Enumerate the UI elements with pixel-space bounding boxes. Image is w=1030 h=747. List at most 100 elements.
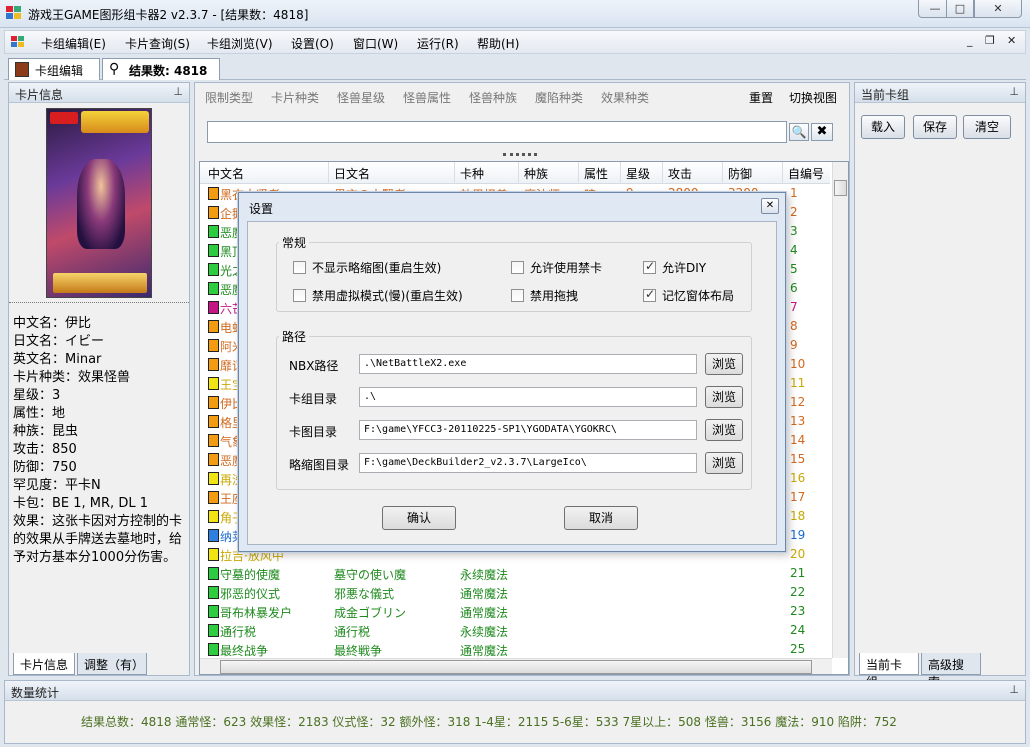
tab-search-result[interactable]: ⚲ 结果数: 4818 [102,58,220,80]
tab-deck-edit[interactable]: 卡组编辑 [8,58,100,80]
title-bar: 游戏王GAME图形组卡器2 v2.3.7 - [结果数：4818] — □ ✕ [0,0,1030,28]
scroll-thumb[interactable] [220,660,812,674]
current-deck-header: 当前卡组 ⊥ [855,83,1025,103]
save-button[interactable]: 保存 [913,115,957,139]
option-remember-layout[interactable]: 记忆窗体布局 [643,287,734,304]
tab-current-deck[interactable]: 当前卡组 [859,653,919,689]
checkbox[interactable] [293,261,306,274]
nbx-path-input[interactable]: .\NetBattleX2.exe [359,354,697,374]
menu-deck-edit[interactable]: 卡组编辑(E) [41,35,106,52]
column-jp-name[interactable]: 日文名 [334,165,370,182]
deck-dir-input[interactable]: .\ [359,387,697,407]
menu-window[interactable]: 窗口(W) [353,35,398,52]
vertical-scrollbar[interactable] [832,162,848,658]
splitter-grip[interactable] [503,153,537,156]
column-number[interactable]: 自编号 [788,165,824,182]
cell-number: 21 [790,566,806,580]
checkbox[interactable] [643,287,656,302]
pin-icon[interactable]: ⊥ [1009,85,1019,98]
image-dir-input[interactable]: F:\game\YFCC3-20110225-SP1\YGODATA\YGOKR… [359,420,697,440]
option-allow-banned[interactable]: 允许使用禁卡 [511,259,602,276]
clear-deck-button[interactable]: 清空 [963,115,1011,139]
column-atk[interactable]: 攻击 [668,165,692,182]
browse-image-button[interactable]: 浏览 [705,419,743,441]
column-divider[interactable] [722,162,723,184]
column-divider[interactable] [454,162,455,184]
load-button[interactable]: 载入 [861,115,905,139]
menu-settings[interactable]: 设置(O) [291,35,334,52]
filter-limit-type[interactable]: 限制类型 [205,89,253,106]
table-row[interactable]: 最终战争 最終戦争 通常魔法 25 [200,640,830,659]
filter-card-type[interactable]: 卡片种类 [271,89,319,106]
checkbox[interactable] [293,289,306,302]
column-cn-name[interactable]: 中文名 [208,165,244,182]
search-input[interactable] [207,121,787,143]
grid-header: 中文名 日文名 卡种 种族 属性 星级 攻击 防御 自编号 [200,162,830,184]
pin-icon[interactable]: ⊥ [173,85,183,98]
mdi-close-button[interactable]: ✕ [1007,34,1016,47]
column-def[interactable]: 防御 [728,165,752,182]
horizontal-scrollbar[interactable] [200,658,832,674]
column-attr[interactable]: 属性 [584,165,608,182]
thumb-dir-input[interactable]: F:\game\DeckBuilder2_v2.3.7\LargeIco\ [359,453,697,473]
menu-help[interactable]: 帮助(H) [477,35,519,52]
table-row[interactable]: 邪恶的仪式 邪悪な儀式 通常魔法 22 [200,583,830,602]
column-race[interactable]: 种族 [524,165,548,182]
scroll-thumb[interactable] [834,180,847,196]
cell-number: 16 [790,471,806,485]
column-divider[interactable] [662,162,663,184]
menu-run[interactable]: 运行(R) [417,35,459,52]
column-divider[interactable] [620,162,621,184]
tab-adjust[interactable]: 调整（有） [77,653,147,675]
card-type-icon [208,263,219,276]
menu-card-search[interactable]: 卡片查询(S) [125,35,190,52]
menu-deck-browse[interactable]: 卡组浏览(V) [207,35,273,52]
browse-thumb-button[interactable]: 浏览 [705,452,743,474]
column-divider[interactable] [782,162,783,184]
mdi-minimize-button[interactable]: _ [967,34,973,47]
checkbox[interactable] [511,289,524,302]
option-disable-drag[interactable]: 禁用拖拽 [511,287,578,304]
cell-number: 7 [790,300,798,314]
cell-cn-name: 守墓的使魔 [220,568,281,582]
option-disable-virtual-mode[interactable]: 禁用虚拟模式(慢)(重启生效) [293,287,463,304]
column-divider[interactable] [328,162,329,184]
filter-attribute[interactable]: 怪兽属性 [403,89,451,106]
maximize-button[interactable]: □ [946,0,974,18]
switch-view-button[interactable]: 切换视图 [789,89,837,106]
column-divider[interactable] [518,162,519,184]
filter-race[interactable]: 怪兽种族 [469,89,517,106]
table-row[interactable]: 哥布林暴发户 成金ゴブリン 通常魔法 23 [200,602,830,621]
ok-button[interactable]: 确认 [382,506,456,530]
search-button[interactable]: 🔍 [789,123,809,141]
table-row[interactable]: 通行税 通行税 永续魔法 24 [200,621,830,640]
cell-number: 2 [790,205,798,219]
filter-level[interactable]: 怪兽星级 [337,89,385,106]
tab-card-info[interactable]: 卡片信息 [13,653,75,675]
column-level[interactable]: 星级 [626,165,650,182]
cell-number: 17 [790,490,806,504]
tab-advanced-search[interactable]: 高级搜索 [921,653,981,689]
card-figure [77,159,125,249]
dialog-close-button[interactable]: ✕ [761,198,779,214]
checkbox[interactable] [511,261,524,274]
checkbox[interactable] [643,259,656,274]
pin-icon[interactable]: ⊥ [1009,683,1019,696]
mdi-restore-button[interactable]: ❐ [985,34,995,47]
mdi-child-icon[interactable] [11,36,25,48]
option-allow-diy[interactable]: 允许DIY [643,259,706,276]
cancel-button[interactable]: 取消 [564,506,638,530]
table-row[interactable]: 守墓的使魔 墓守の使い魔 永续魔法 21 [200,564,830,583]
column-kind[interactable]: 卡种 [460,165,484,182]
reset-button[interactable]: 重置 [749,89,773,106]
column-divider[interactable] [578,162,579,184]
filter-spell-trap[interactable]: 魔陷种类 [535,89,583,106]
close-button[interactable]: ✕ [974,0,1022,18]
cell-kind: 永续魔法 [460,625,509,639]
splitter-handle[interactable] [9,299,189,303]
browse-deck-button[interactable]: 浏览 [705,386,743,408]
filter-effect[interactable]: 效果种类 [601,89,649,106]
clear-search-button[interactable]: ✖ [811,123,833,141]
option-hide-thumbnail[interactable]: 不显示略缩图(重启生效) [293,259,441,276]
browse-nbx-button[interactable]: 浏览 [705,353,743,375]
